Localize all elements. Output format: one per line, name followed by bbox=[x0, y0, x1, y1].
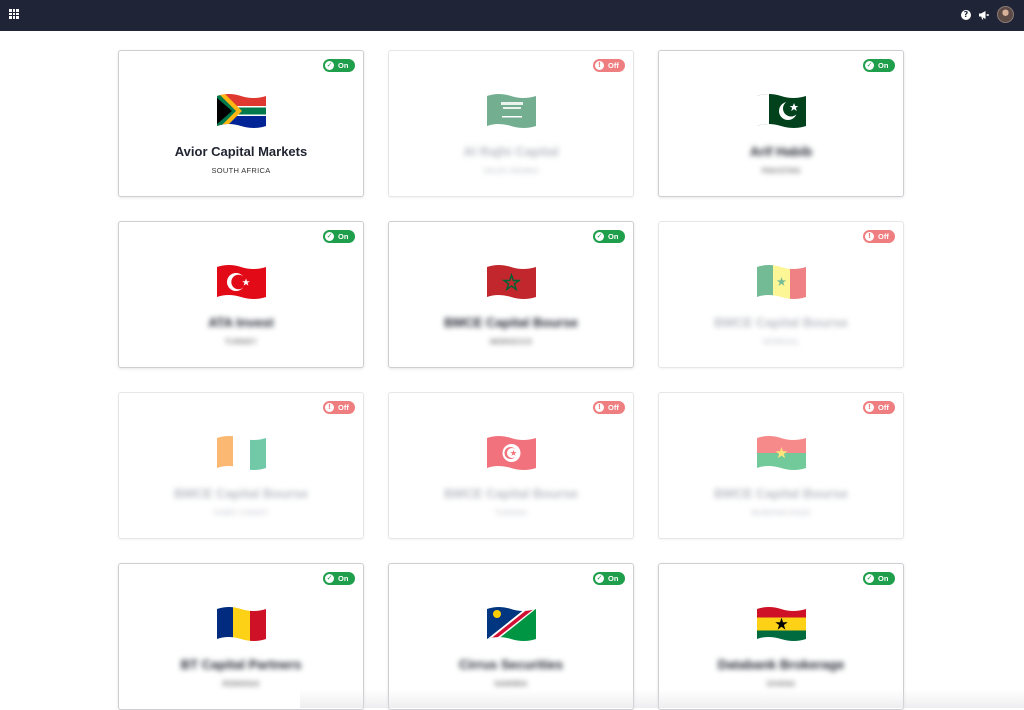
south-africa-flag bbox=[216, 91, 267, 131]
broker-name: BMCE Capital Bourse bbox=[174, 486, 308, 501]
toggle-label: On bbox=[878, 61, 889, 70]
alert-icon: ! bbox=[325, 403, 334, 412]
user-avatar[interactable] bbox=[997, 6, 1014, 23]
broker-country: TUNISIA bbox=[495, 508, 527, 517]
morocco-flag bbox=[486, 262, 537, 302]
status-toggle[interactable]: ✓ On bbox=[323, 230, 355, 243]
status-toggle[interactable]: ✓ On bbox=[593, 230, 625, 243]
check-icon: ✓ bbox=[595, 232, 604, 241]
pakistan-flag bbox=[756, 91, 807, 131]
alert-icon: ! bbox=[595, 403, 604, 412]
broker-country: GHANA bbox=[766, 679, 796, 688]
namibia-flag bbox=[486, 604, 537, 644]
broker-country: SENEGAL bbox=[762, 337, 800, 346]
broker-name: Cirrus Securities bbox=[458, 657, 564, 672]
broker-card[interactable]: ! Off BMCE Capital Bourse BURKINA FASO bbox=[658, 392, 904, 539]
broker-card[interactable]: ! Off Al Rajhi Capital SAUDI ARABIA bbox=[388, 50, 634, 197]
broker-name: Avior Capital Markets bbox=[174, 144, 308, 159]
broker-name: BMCE Capital Bourse bbox=[444, 486, 578, 501]
broker-country: MOROCCO bbox=[489, 337, 533, 346]
toggle-label: On bbox=[608, 232, 619, 241]
broker-country: SOUTH AFRICA bbox=[211, 166, 271, 175]
broker-country: PAKISTAN bbox=[761, 166, 801, 175]
toggle-label: On bbox=[338, 232, 349, 241]
alert-icon: ! bbox=[865, 232, 874, 241]
top-navigation-bar: ? bbox=[0, 0, 1024, 31]
broker-card[interactable]: ✓ On Databank Brokerage GHANA bbox=[658, 563, 904, 710]
status-toggle[interactable]: ✓ On bbox=[863, 59, 895, 72]
status-toggle[interactable]: ! Off bbox=[863, 230, 895, 243]
alert-icon: ! bbox=[595, 61, 604, 70]
broker-country: SAUDI ARABIA bbox=[483, 166, 539, 175]
status-toggle[interactable]: ✓ On bbox=[593, 572, 625, 585]
check-icon: ✓ bbox=[325, 232, 334, 241]
megaphone-icon[interactable] bbox=[978, 9, 990, 21]
broker-country: ROMANIA bbox=[222, 679, 260, 688]
broker-card[interactable]: ! Off BMCE Capital Bourse TUNISIA bbox=[388, 392, 634, 539]
broker-country: IVORY COAST bbox=[213, 508, 269, 517]
toggle-label: Off bbox=[878, 403, 889, 412]
status-toggle[interactable]: ! Off bbox=[593, 401, 625, 414]
check-icon: ✓ bbox=[865, 61, 874, 70]
saudi-arabia-flag bbox=[486, 91, 537, 131]
broker-name: Databank Brokerage bbox=[717, 657, 845, 672]
status-toggle[interactable]: ! Off bbox=[323, 401, 355, 414]
burkina-faso-flag bbox=[756, 433, 807, 473]
check-icon: ✓ bbox=[865, 574, 874, 583]
check-icon: ✓ bbox=[325, 574, 334, 583]
broker-name: BMCE Capital Bourse bbox=[444, 315, 578, 330]
broker-card[interactable]: ✓ On BT Capital Partners ROMANIA bbox=[118, 563, 364, 710]
turkey-flag bbox=[216, 262, 267, 302]
status-toggle[interactable]: ! Off bbox=[863, 401, 895, 414]
broker-country: NAMIBIA bbox=[494, 679, 528, 688]
toggle-label: Off bbox=[338, 403, 349, 412]
header-actions: ? bbox=[961, 6, 1014, 23]
status-toggle[interactable]: ✓ On bbox=[323, 59, 355, 72]
broker-name: ATA Invest bbox=[208, 315, 274, 330]
broker-name: BMCE Capital Bourse bbox=[714, 486, 848, 501]
broker-card[interactable]: ✓ On ATA Invest TURKEY bbox=[118, 221, 364, 368]
toggle-label: Off bbox=[878, 232, 889, 241]
broker-country: TURKEY bbox=[224, 337, 258, 346]
senegal-flag bbox=[756, 262, 807, 302]
romania-flag bbox=[216, 604, 267, 644]
status-toggle[interactable]: ✓ On bbox=[863, 572, 895, 585]
grid-apps-icon[interactable] bbox=[9, 9, 19, 19]
broker-name: BMCE Capital Bourse bbox=[714, 315, 848, 330]
broker-country: BURKINA FASO bbox=[751, 508, 811, 517]
toggle-label: On bbox=[338, 61, 349, 70]
toggle-label: Off bbox=[608, 61, 619, 70]
toggle-label: Off bbox=[608, 403, 619, 412]
status-toggle[interactable]: ✓ On bbox=[323, 572, 355, 585]
broker-name: BT Capital Partners bbox=[180, 657, 302, 672]
check-icon: ✓ bbox=[595, 574, 604, 583]
ivory-coast-flag bbox=[216, 433, 267, 473]
broker-card[interactable]: ✓ On Cirrus Securities NAMIBIA bbox=[388, 563, 634, 710]
toggle-label: On bbox=[608, 574, 619, 583]
toggle-label: On bbox=[338, 574, 349, 583]
alert-icon: ! bbox=[865, 403, 874, 412]
check-icon: ✓ bbox=[325, 61, 334, 70]
broker-card[interactable]: ! Off BMCE Capital Bourse SENEGAL bbox=[658, 221, 904, 368]
broker-card[interactable]: ✓ On BMCE Capital Bourse MOROCCO bbox=[388, 221, 634, 368]
ghana-flag bbox=[756, 604, 807, 644]
broker-card[interactable]: ! Off BMCE Capital Bourse IVORY COAST bbox=[118, 392, 364, 539]
broker-card[interactable]: ✓ On Avior Capital Markets SOUTH AFRICA bbox=[118, 50, 364, 197]
tunisia-flag bbox=[486, 433, 537, 473]
broker-name: Arif Habib bbox=[749, 144, 813, 159]
status-toggle[interactable]: ! Off bbox=[593, 59, 625, 72]
broker-card[interactable]: ✓ On Arif Habib PAKISTAN bbox=[658, 50, 904, 197]
broker-name: Al Rajhi Capital bbox=[463, 144, 559, 159]
toggle-label: On bbox=[878, 574, 889, 583]
help-icon[interactable]: ? bbox=[961, 9, 971, 20]
